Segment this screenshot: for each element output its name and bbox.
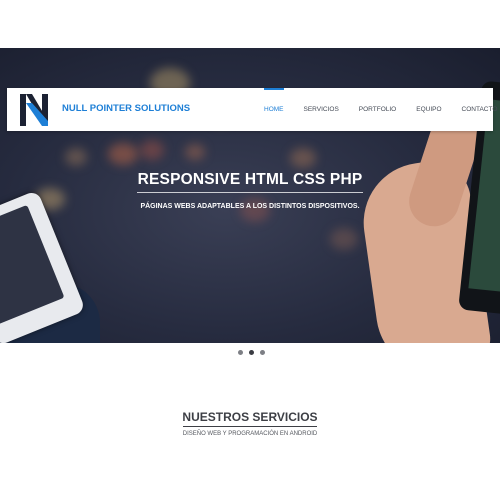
carousel-dot-3[interactable]	[260, 350, 265, 355]
carousel-dots	[238, 350, 271, 355]
carousel-dot-1[interactable]	[238, 350, 243, 355]
nav-item-portfolio[interactable]: PORTFOLIO	[359, 88, 396, 131]
carousel-dot-2[interactable]	[249, 350, 254, 355]
services-divider	[183, 426, 317, 427]
brand-name[interactable]: NULL POINTER SOLUTIONS	[62, 103, 190, 114]
hero-divider	[137, 192, 363, 193]
services-subtitle: DISEÑO WEB Y PROGRAMACIÓN EN ANDROID	[182, 431, 318, 437]
nav-item-servicios[interactable]: SERVICIOS	[304, 88, 339, 131]
hero-title: RESPONSIVE HTML CSS PHP	[137, 171, 363, 188]
logo-icon[interactable]	[17, 91, 51, 129]
page: NULL POINTER SOLUTIONS HOME SERVICIOS PO…	[0, 0, 500, 500]
nav-item-equipo[interactable]: EQUIPO	[416, 88, 441, 131]
nav-menu: HOME SERVICIOS PORTFOLIO EQUIPO CONTACTO	[252, 88, 500, 131]
hero-subtitle: PÁGINAS WEBS ADAPTABLES A LOS DISTINTOS …	[140, 203, 360, 210]
nav-item-home[interactable]: HOME	[264, 88, 284, 131]
nav-item-contacto[interactable]: CONTACTO	[462, 88, 498, 131]
services-title: NUESTROS SERVICIOS	[182, 410, 318, 424]
navbar: NULL POINTER SOLUTIONS HOME SERVICIOS PO…	[7, 88, 497, 131]
